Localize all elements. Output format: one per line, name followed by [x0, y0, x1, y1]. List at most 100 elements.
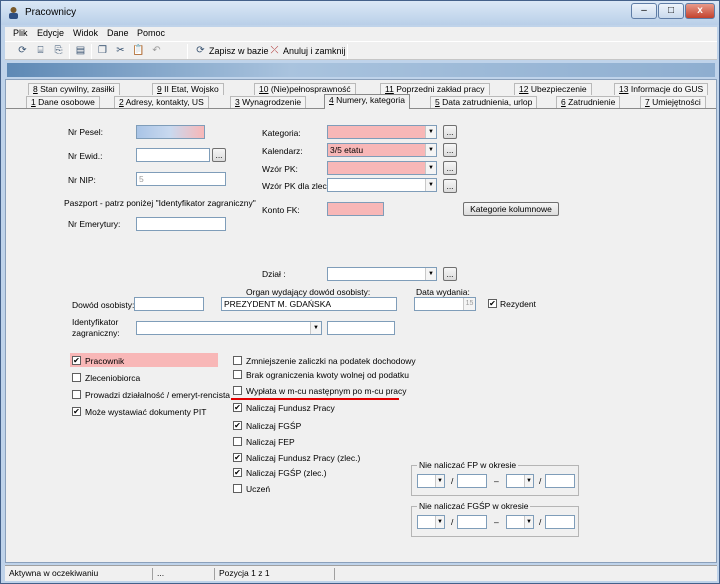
tab-label: Wynagrodzenie	[242, 97, 302, 107]
fp-to-year-input[interactable]	[545, 474, 575, 488]
tab-dane-osobowe[interactable]: 1 Dane osobowe	[26, 96, 100, 108]
copy-icon[interactable]: ❐	[95, 44, 110, 58]
tree-icon[interactable]: ⌸	[33, 44, 48, 58]
menu-edycje[interactable]: Edycje	[37, 28, 64, 38]
dzial-picker-button[interactable]: ...	[443, 267, 457, 281]
data-wydania-input[interactable]: 15	[414, 297, 476, 311]
pesel-label: Nr Pesel:	[68, 127, 103, 137]
kalendarz-select[interactable]: 3/5 etatu ▼	[327, 143, 437, 157]
ident-extra-input[interactable]	[327, 321, 395, 335]
chevron-down-icon[interactable]: ▼	[425, 126, 436, 138]
calendar-icon[interactable]: 15	[463, 298, 475, 310]
chevron-down-icon[interactable]: ▼	[425, 144, 436, 156]
uczen-checkbox[interactable]	[233, 484, 242, 493]
wyplata-nastepny-checkbox[interactable]	[233, 386, 242, 395]
kategoria-picker-button[interactable]: ...	[443, 125, 457, 139]
cut-icon[interactable]: ✂	[113, 44, 128, 58]
wzor-pk-picker-button[interactable]: ...	[443, 161, 457, 175]
fundusz-pracy-zlec-checkbox[interactable]: ✔	[233, 453, 242, 462]
chevron-down-icon[interactable]: ▼	[310, 322, 321, 334]
tab-label: Zatrudnienie	[568, 97, 616, 107]
kalendarz-picker-button[interactable]: ...	[443, 143, 457, 157]
fgsp-checkbox[interactable]: ✔	[233, 421, 242, 430]
fp-period-group: Nie naliczać FP w okresie ▼ / – ▼ /	[411, 460, 579, 496]
undo-icon[interactable]: ↶	[149, 44, 164, 58]
chevron-down-icon[interactable]: ▼	[435, 475, 444, 487]
tab-stan-cywilny[interactable]: 8 Stan cywilny, zasiłki	[28, 83, 120, 95]
chevron-down-icon[interactable]: ▼	[425, 162, 436, 174]
dowod-input[interactable]	[134, 297, 204, 311]
fp-from-month-select[interactable]: ▼	[417, 474, 445, 488]
close-button[interactable]: x	[685, 3, 715, 19]
kategorie-kolumnowe-button[interactable]: Kategorie kolumnowe	[463, 202, 559, 216]
tab-adresy[interactable]: 2 Adresy, kontakty, US	[114, 96, 209, 108]
fp-to-month-select[interactable]: ▼	[506, 474, 534, 488]
fgsp-dash: –	[494, 517, 499, 527]
ident-select[interactable]: ▼	[136, 321, 322, 335]
wyplata-nastepny-label: Wypłata w m-cu następnym po m-cu pracy	[246, 386, 407, 396]
chevron-down-icon[interactable]: ▼	[524, 475, 533, 487]
tab-number: 4	[329, 95, 334, 105]
fep-checkbox[interactable]	[233, 437, 242, 446]
konto-fk-input[interactable]	[327, 202, 384, 216]
zleceniobiorca-checkbox[interactable]	[72, 373, 81, 382]
paste-icon[interactable]: 📋	[131, 44, 146, 58]
fgsp-from-year-input[interactable]	[457, 515, 487, 529]
tab-data-zatrudnienia[interactable]: 5 Data zatrudnienia, urlop	[430, 96, 538, 108]
window-title: Pracownicy	[25, 7, 77, 18]
tab-informacje-gus[interactable]: 13 Informacje do GUS	[614, 83, 709, 95]
pracownik-checkbox[interactable]: ✔	[72, 356, 81, 365]
chevron-down-icon[interactable]: ▼	[524, 516, 533, 528]
dzialalnosc-checkbox[interactable]	[72, 390, 81, 399]
menu-plik[interactable]: Plik	[13, 28, 28, 38]
menu-pomoc[interactable]: Pomoc	[137, 28, 165, 38]
wzor-pk-zlec-picker-button[interactable]: ...	[443, 179, 457, 193]
header-band	[7, 63, 715, 77]
tab-wynagrodzenie[interactable]: 3 Wynagrodzenie	[230, 96, 307, 108]
wzor-pk-select[interactable]: ▼	[327, 161, 437, 175]
fgsp-zlec-checkbox[interactable]: ✔	[233, 468, 242, 477]
fgsp-from-month-select[interactable]: ▼	[417, 515, 445, 529]
refresh-icon[interactable]: ⟳	[15, 44, 30, 58]
brak-ograniczenia-checkbox[interactable]	[233, 370, 242, 379]
maximize-button[interactable]: □	[658, 3, 684, 19]
tab-zatrudnienie[interactable]: 6 Zatrudnienie	[556, 96, 621, 108]
pit-checkbox[interactable]: ✔	[72, 407, 81, 416]
menu-dane[interactable]: Dane	[107, 28, 129, 38]
save-copy-icon[interactable]: ⎘	[51, 44, 66, 58]
fp-from-year-input[interactable]	[457, 474, 487, 488]
chevron-down-icon[interactable]: ▼	[425, 179, 436, 191]
chevron-down-icon[interactable]: ▼	[435, 516, 444, 528]
toolbar-separator	[69, 44, 70, 59]
rezydent-checkbox[interactable]: ✔	[488, 299, 497, 308]
fundusz-pracy-checkbox[interactable]: ✔	[233, 403, 242, 412]
tab-ubezpieczenie[interactable]: 12 Ubezpieczenie	[514, 83, 592, 95]
fgsp-to-year-input[interactable]	[545, 515, 575, 529]
kategoria-select[interactable]: ▼	[327, 125, 437, 139]
ewid-picker-button[interactable]: ...	[212, 148, 226, 162]
wzor-pk-zlec-select[interactable]: ▼	[327, 178, 437, 192]
emerytury-input[interactable]	[136, 217, 226, 231]
minimize-button[interactable]: –	[631, 3, 657, 19]
save-button[interactable]: Zapisz w bazie	[209, 46, 269, 56]
title-bar[interactable]: Pracownicy – □ x	[1, 1, 719, 25]
zmniejszenie-zaliczki-checkbox[interactable]	[233, 356, 242, 365]
nip-input[interactable]: 5	[136, 172, 226, 186]
cancel-close-button[interactable]: Anuluj i zamknij	[283, 46, 346, 56]
print-icon[interactable]: ▤	[73, 44, 88, 58]
kategoria-label: Kategoria:	[262, 128, 301, 138]
fgsp-to-month-select[interactable]: ▼	[506, 515, 534, 529]
organ-input[interactable]: PREZYDENT M. GDAŃSKA	[221, 297, 397, 311]
tab-number: 13	[619, 84, 629, 94]
tab-umiejetnosci[interactable]: 7 Umiejętności	[640, 96, 706, 108]
menu-widok[interactable]: Widok	[73, 28, 98, 38]
ewid-input[interactable]	[136, 148, 210, 162]
pracownik-label: Pracownik	[85, 356, 125, 366]
dzial-select[interactable]: ▼	[327, 267, 437, 281]
pesel-input[interactable]	[136, 125, 205, 139]
tab-ii-etat[interactable]: 9 II Etat, Wojsko	[152, 83, 224, 95]
tab-numery-kategoria[interactable]: 4 Numery, kategoria	[324, 94, 410, 109]
chevron-down-icon[interactable]: ▼	[425, 268, 436, 280]
main-window: Pracownicy – □ x Plik Edycje Widok Dane …	[0, 0, 720, 584]
tab-label: Numery, kategoria	[336, 95, 405, 105]
